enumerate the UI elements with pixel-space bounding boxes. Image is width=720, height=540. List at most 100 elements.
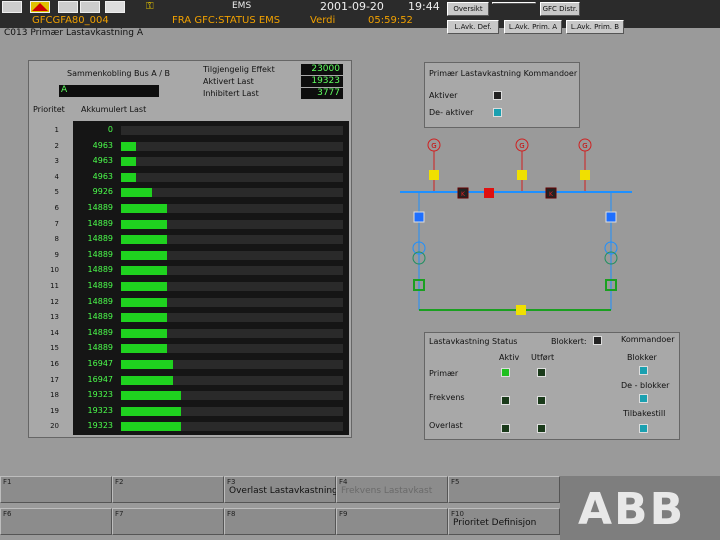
lower-bus-tie-breaker[interactable] xyxy=(516,305,526,315)
f6-key[interactable]: F6 xyxy=(0,508,112,535)
generator-1[interactable]: G xyxy=(427,138,441,152)
date: 2001-09-20 xyxy=(320,0,384,13)
table-row: 14 14889 xyxy=(50,326,349,341)
load-bar-track xyxy=(121,422,343,432)
load-bar-track xyxy=(121,172,343,182)
f7-key[interactable]: F7 xyxy=(112,508,224,535)
load-bar-track xyxy=(121,282,343,291)
accumulated-load-cell: 0 xyxy=(107,125,113,134)
f10-key[interactable]: F10 Prioritet Definisjon xyxy=(448,508,560,535)
load-bar-track xyxy=(121,328,343,338)
f9-number: F9 xyxy=(339,510,348,518)
accumulated-load-cell: 14889 xyxy=(87,327,113,337)
frekvens-aktiv-indicator xyxy=(501,396,510,405)
table-row: 17 16947 xyxy=(50,373,349,388)
acknowledge-icon[interactable] xyxy=(58,1,78,13)
table-row: 13 14889 xyxy=(50,310,349,325)
bus-tie-breaker[interactable] xyxy=(484,188,494,198)
lavk-def-button[interactable]: L.Avk. Def. xyxy=(447,20,499,34)
priority-cell: 6 xyxy=(54,204,59,212)
load-bar-track xyxy=(121,360,343,369)
blokker-label: Blokker xyxy=(627,353,657,362)
generator-2[interactable]: G xyxy=(515,138,529,152)
priority-cell: 18 xyxy=(50,391,59,400)
load-table: 1 0 2 4963 3 4963 4 4963 5 9926 6 14889 7 14889 8 14889… xyxy=(50,121,349,435)
load-bar-fill xyxy=(121,406,181,416)
accumulated-load-cell: 14889 xyxy=(87,343,113,353)
load-bar-track xyxy=(121,297,343,307)
alarm-icon[interactable] xyxy=(30,1,50,13)
priority-cell: 9 xyxy=(54,250,59,259)
key-icon[interactable]: ⚿ xyxy=(146,1,154,12)
lavk-prim-a-button[interactable]: L.Avk. Prim. A xyxy=(504,20,562,34)
minimize-icon[interactable] xyxy=(2,1,22,13)
bus-value: A xyxy=(59,85,159,97)
load-bar-fill xyxy=(121,266,167,276)
f10-number: F10 xyxy=(451,510,464,518)
accumulated-load-cell: 14889 xyxy=(87,234,113,244)
time: 19:44 xyxy=(408,0,440,13)
accumulated-load-cell: 14889 xyxy=(87,203,113,212)
accumulated-load-cell: 16947 xyxy=(87,374,113,384)
kommandoer-label: Kommandoer xyxy=(621,335,675,344)
accumulated-load-cell: 4963 xyxy=(92,140,113,150)
f1-key[interactable]: F1 xyxy=(0,476,112,503)
list-icon[interactable] xyxy=(105,1,125,13)
app-name: EMS xyxy=(232,1,252,11)
oversikt-button[interactable]: Oversikt xyxy=(447,2,489,16)
table-row: 4 4963 xyxy=(55,170,349,185)
load-bar-track xyxy=(121,126,343,135)
table-row: 10 14889 xyxy=(50,263,349,278)
lavk-prim-b-button[interactable]: L.Avk. Prim. B xyxy=(566,20,624,34)
load-bar-fill xyxy=(121,391,181,401)
blokker-button[interactable] xyxy=(639,366,648,375)
f5-key[interactable]: F5 xyxy=(448,476,560,503)
load-bar-track xyxy=(121,235,343,245)
single-line-diagram: G G G K K xyxy=(400,138,632,315)
value-label: Verdi xyxy=(310,15,336,26)
feeder-2-breaker[interactable] xyxy=(605,211,617,223)
aktivert-label: Aktivert Last xyxy=(203,77,254,86)
tilbakestill-label: Tilbakestill xyxy=(623,409,666,418)
accumulated-load-cell: 14889 xyxy=(87,249,113,259)
blokkert-label: Blokkert: xyxy=(551,337,587,346)
priority-cell: 5 xyxy=(54,188,59,197)
table-row: 8 14889 xyxy=(55,232,349,247)
f4-key[interactable]: F4 Frekvens Lastavkast xyxy=(336,476,448,503)
f3-key[interactable]: F3 Overlast Lastavkastning xyxy=(224,476,338,503)
table-row: 16 16947 xyxy=(50,357,349,372)
data-source: FRA GFC:STATUS EMS xyxy=(172,15,281,26)
time-seconds: 05:59:52 xyxy=(368,15,413,26)
priority-cell: 15 xyxy=(50,344,59,353)
gen-3-breaker[interactable] xyxy=(580,170,590,180)
f7-number: F7 xyxy=(115,510,124,518)
print-icon[interactable] xyxy=(80,1,100,13)
feeder-1-breaker[interactable] xyxy=(413,211,425,223)
load-bar-track xyxy=(121,157,343,167)
deaktiver-button[interactable] xyxy=(493,108,502,117)
logo-text: ABB xyxy=(578,484,686,535)
load-bar-track xyxy=(121,141,343,151)
aktiver-label: Aktiver xyxy=(429,91,458,100)
deblokker-button[interactable] xyxy=(639,394,648,403)
blokkert-indicator xyxy=(593,336,602,345)
f3-number: F3 xyxy=(227,478,236,486)
gen-1-breaker[interactable] xyxy=(429,170,439,180)
blank-button[interactable] xyxy=(492,2,536,4)
inhibitert-value: 3777 xyxy=(301,88,343,99)
priority-cell: 16 xyxy=(50,360,59,368)
f9-key[interactable]: F9 xyxy=(336,508,448,535)
generator-3[interactable]: G xyxy=(578,138,592,152)
generator-2-label: G xyxy=(519,142,524,150)
gen-2-breaker[interactable] xyxy=(517,170,527,180)
f2-key[interactable]: F2 xyxy=(112,476,224,503)
priority-cell: 17 xyxy=(50,375,59,384)
f8-key[interactable]: F8 xyxy=(224,508,336,535)
aktiver-button[interactable] xyxy=(493,91,502,100)
load-bar-fill xyxy=(121,422,181,432)
tilbakestill-button[interactable] xyxy=(639,424,648,433)
gfc-distr-button[interactable]: GFC Distr. xyxy=(540,2,580,16)
table-row: 2 4963 xyxy=(55,139,349,154)
col-aktiv: Aktiv xyxy=(499,353,520,362)
f6-number: F6 xyxy=(3,510,12,518)
